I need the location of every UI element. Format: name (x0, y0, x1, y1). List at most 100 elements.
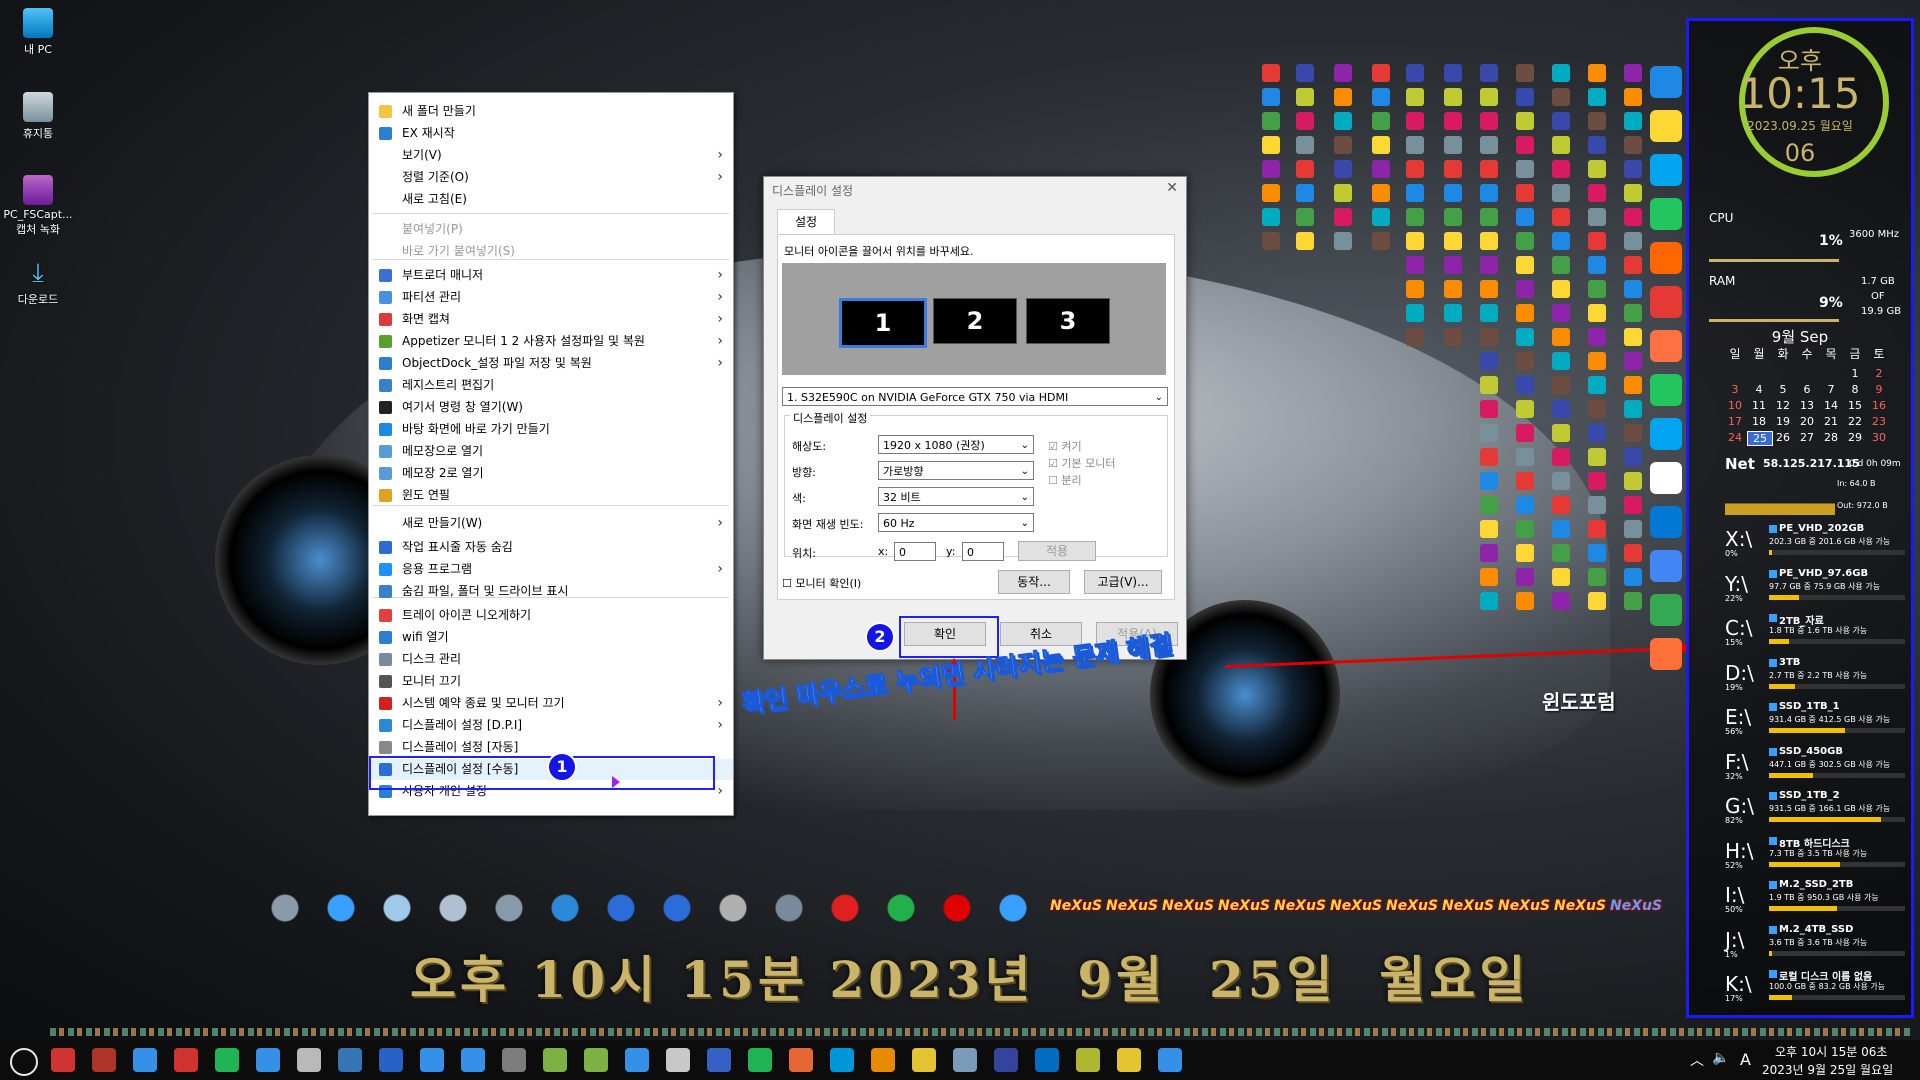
checkbox-primary[interactable]: ☑ 기본 모니터 (1048, 455, 1115, 471)
taskbar-time[interactable]: 오후 10시 15분 06초 (1775, 1043, 1887, 1060)
app-shortcut-icon[interactable] (1624, 400, 1642, 418)
calendar-day[interactable]: 11 (1747, 399, 1771, 412)
menu-item[interactable]: 레지스트리 편집기 (369, 375, 733, 396)
app-shortcut-icon[interactable] (1588, 448, 1606, 466)
app-shortcut-icon[interactable] (1552, 592, 1570, 610)
app-shortcut-icon[interactable] (1406, 136, 1424, 154)
desktop-icon-fscapture[interactable]: PC_FSCapt... 캡처 녹화 (2, 175, 74, 237)
app-shortcut-icon[interactable] (1262, 232, 1280, 250)
app-shortcut-icon[interactable] (1516, 184, 1534, 202)
wifi-icon[interactable] (256, 1048, 280, 1072)
app-shortcut-icon[interactable] (1480, 448, 1498, 466)
app-shortcut-icon[interactable] (1552, 64, 1570, 82)
app-shortcut-icon[interactable] (1262, 160, 1280, 178)
app-shortcut-icon[interactable] (1552, 256, 1570, 274)
app-shortcut-icon[interactable] (1444, 160, 1462, 178)
app-shortcut-icon[interactable] (1372, 208, 1390, 226)
firefox-icon[interactable] (789, 1048, 813, 1072)
app-shortcut-icon[interactable] (1262, 208, 1280, 226)
app-shortcut-icon[interactable] (1516, 520, 1534, 538)
calendar-day[interactable]: 17 (1723, 415, 1747, 428)
app-shortcut-icon[interactable] (1296, 232, 1314, 250)
monitor-icon[interactable] (748, 1048, 772, 1072)
calendar-day[interactable]: 13 (1795, 399, 1819, 412)
app-shortcut-icon[interactable] (1552, 328, 1570, 346)
water2-icon[interactable] (461, 1048, 485, 1072)
app-shortcut-icon[interactable] (1624, 352, 1642, 370)
monitor-select[interactable]: 1. S32E590C on NVIDIA GeForce GTX 750 vi… (782, 387, 1168, 406)
app-shortcut-icon[interactable] (1372, 112, 1390, 130)
disk-icon[interactable] (377, 888, 417, 928)
app-shortcut-icon[interactable] (1552, 496, 1570, 514)
calendar-day[interactable]: 30 (1867, 431, 1891, 444)
n-icon[interactable] (1650, 330, 1682, 362)
calendar-day[interactable]: 15 (1843, 399, 1867, 412)
app-shortcut-icon[interactable] (1588, 400, 1606, 418)
calendar-day[interactable]: 10 (1723, 399, 1747, 412)
calendar-day[interactable]: 27 (1795, 431, 1819, 444)
app-shortcut-icon[interactable] (1516, 208, 1534, 226)
app-shortcut-icon[interactable] (1516, 568, 1534, 586)
app-shortcut-icon[interactable] (1516, 64, 1534, 82)
explorer-icon[interactable] (830, 1048, 854, 1072)
checkbox-on[interactable]: ☑ 켜기 (1048, 438, 1082, 454)
app-shortcut-icon[interactable] (1588, 424, 1606, 442)
drive-entry[interactable]: K:\ 17% 로컬 디스크 이름 없음 100.0 GB 중 83.2 GB 사용 … (1689, 966, 1911, 1010)
nexus-dock-icon[interactable]: NeXuS (1610, 898, 1662, 914)
menu-item[interactable]: 숨김 파일, 폴더 및 드라이브 표시 (369, 581, 733, 602)
calendar-day[interactable]: 8 (1843, 383, 1867, 396)
app-shortcut-icon[interactable] (1296, 112, 1314, 130)
calendar-day[interactable]: 21 (1819, 415, 1843, 428)
bing-icon[interactable] (1650, 594, 1682, 626)
app-shortcut-icon[interactable] (1624, 520, 1642, 538)
app-shortcut-icon[interactable] (1296, 160, 1314, 178)
menu-item[interactable]: 시스템 예약 종료 및 모니터 끄기 › (369, 693, 733, 714)
menu-item[interactable]: 메모장으로 열기 (369, 441, 733, 462)
nexus-dock-icon[interactable]: NeXuS (1050, 898, 1102, 914)
app-shortcut-icon[interactable] (1588, 136, 1606, 154)
calendar-day[interactable]: 16 (1867, 399, 1891, 412)
app-shortcut-icon[interactable] (1588, 376, 1606, 394)
app-shortcut-icon[interactable] (1480, 400, 1498, 418)
app-shortcut-icon[interactable] (1372, 136, 1390, 154)
drive-entry[interactable]: G:\ 82% SSD_1TB_2 931.5 GB 중 166.1 GB 사용 가능 (1689, 788, 1911, 832)
app-shortcut-icon[interactable] (1296, 64, 1314, 82)
drive-entry[interactable]: E:\ 56% SSD_1TB_1 931.4 GB 중 412.5 GB 사용 가능 (1689, 699, 1911, 743)
orientation-select[interactable]: 가로방향 ⌄ (878, 461, 1034, 480)
undo-icon[interactable] (379, 1048, 403, 1072)
daum-icon[interactable] (1650, 286, 1682, 318)
monitor-icon[interactable] (265, 888, 305, 928)
display-icon[interactable] (625, 1048, 649, 1072)
menu-item[interactable]: 파티션 관리 › (369, 287, 733, 308)
app-shortcut-icon[interactable] (1588, 88, 1606, 106)
app-shortcut-icon[interactable] (1406, 64, 1424, 82)
monitor-1-icon[interactable]: 1 (839, 298, 927, 348)
power-on-icon[interactable] (881, 888, 921, 928)
app-shortcut-icon[interactable] (1624, 112, 1642, 130)
app-shortcut-icon[interactable] (1624, 568, 1642, 586)
app-shortcut-icon[interactable] (1406, 208, 1424, 226)
naver-icon[interactable] (1650, 242, 1682, 274)
app-shortcut-icon[interactable] (1552, 376, 1570, 394)
calendar-day[interactable]: 4 (1747, 383, 1771, 396)
cloud-icon[interactable] (338, 1048, 362, 1072)
app-shortcut-icon[interactable] (1588, 544, 1606, 562)
menu-item[interactable]: 새로 만들기(W) › (369, 513, 733, 534)
app-shortcut-icon[interactable] (1444, 328, 1462, 346)
leaf2-icon[interactable] (584, 1048, 608, 1072)
app-shortcut-icon[interactable] (1588, 592, 1606, 610)
save-icon[interactable] (707, 1048, 731, 1072)
app-shortcut-icon[interactable] (1480, 136, 1498, 154)
app-shortcut-icon[interactable] (1406, 160, 1424, 178)
menu-item[interactable]: ObjectDock_설정 파일 저장 및 복원 › (369, 353, 733, 374)
nexus-dock-icon[interactable]: NeXuS (1218, 898, 1270, 914)
app-shortcut-icon[interactable] (1444, 232, 1462, 250)
nexus-dock-icon[interactable]: NeXuS (1386, 898, 1438, 914)
app-shortcut-icon[interactable] (1262, 64, 1280, 82)
power-icon[interactable] (825, 888, 865, 928)
network-share-icon[interactable] (993, 888, 1033, 928)
app-shortcut-icon[interactable] (1624, 328, 1642, 346)
app-shortcut-icon[interactable] (1516, 136, 1534, 154)
bird-icon[interactable] (1650, 550, 1682, 582)
app-shortcut-icon[interactable] (1516, 88, 1534, 106)
